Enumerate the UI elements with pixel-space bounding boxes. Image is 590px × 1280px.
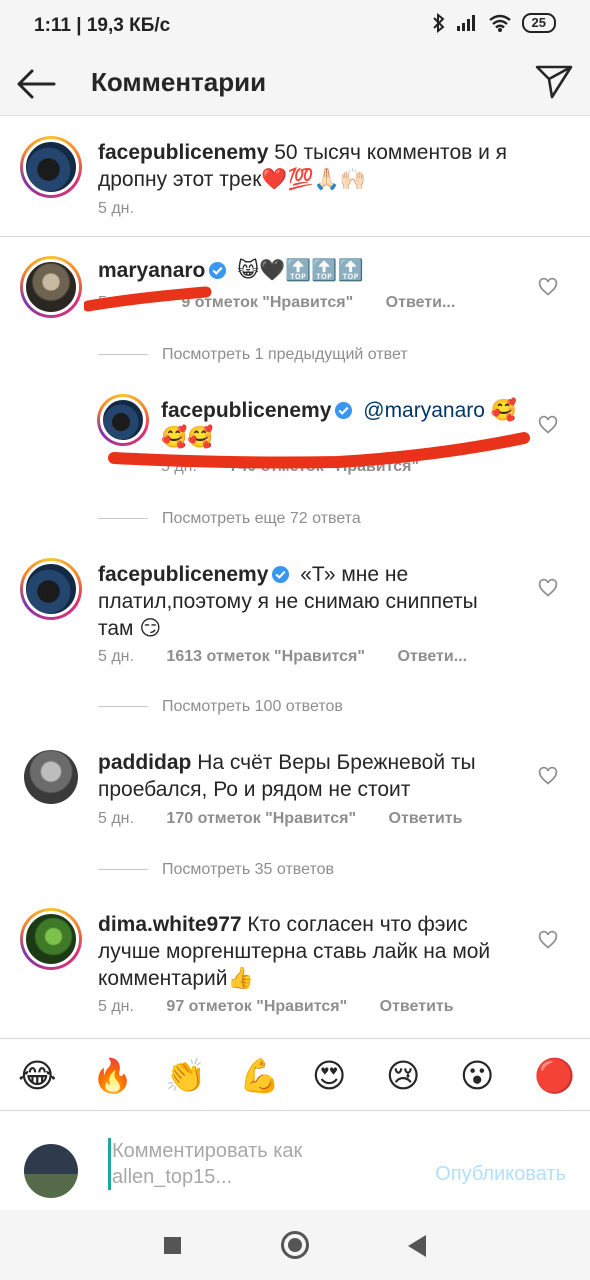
comment-text: facepublicenemy «Т» мне не платил,поэтом… xyxy=(98,561,518,642)
comment-username[interactable]: paddidap xyxy=(98,751,191,774)
redaction-mark xyxy=(84,286,212,312)
redaction-mark xyxy=(108,432,530,469)
heart-outline-icon[interactable] xyxy=(538,415,558,435)
view-replies-link[interactable]: Посмотреть 35 ответов xyxy=(98,861,334,879)
comment-username[interactable]: facepublicenemy xyxy=(98,563,268,586)
comment-text: paddidap На счёт Веры Брежневой ты проеб… xyxy=(98,749,518,803)
emoji-red-circle[interactable]: 🔴 xyxy=(534,1057,575,1095)
heart-outline-icon[interactable] xyxy=(538,277,558,297)
comment-time: 5 дн. xyxy=(98,810,134,827)
view-replies-link[interactable]: Посмотреть 1 предыдущий ответ xyxy=(98,346,408,364)
avatar xyxy=(24,1144,78,1198)
status-icons: 25 xyxy=(432,13,556,33)
comment-meta: 5 дн. 1613 отметок "Нравится" Ответи... xyxy=(98,648,467,666)
signal-icon xyxy=(456,15,475,31)
comment-input[interactable]: Комментировать как allen_top15... xyxy=(108,1138,408,1190)
comment-mention[interactable]: @maryanaro xyxy=(363,399,485,422)
back-triangle-icon[interactable] xyxy=(408,1235,426,1257)
comment-text: dima.white977 Кто согласен что фэис лучш… xyxy=(98,911,518,992)
emoji-cry[interactable]: 😢 xyxy=(386,1057,420,1095)
view-replies-link[interactable]: Посмотреть еще 72 ответа xyxy=(98,510,361,528)
emoji-open-mouth[interactable]: 😮 xyxy=(460,1057,494,1095)
emoji-muscle[interactable]: 💪 xyxy=(239,1057,280,1095)
emoji-joy[interactable]: 😂 xyxy=(18,1057,57,1095)
status-time-speed: 1:11 | 19,3 КБ/с xyxy=(34,15,171,36)
emoji-heart-eyes[interactable]: 😍 xyxy=(312,1057,346,1095)
comment-meta: 5 дн. 97 отметок "Нравится" Ответить xyxy=(98,998,454,1016)
comment-text: facepublicenemy 50 тысяч комментов и я д… xyxy=(98,139,548,193)
comment-username[interactable]: facepublicenemy xyxy=(161,399,331,422)
page-title: Комментарии xyxy=(91,67,267,97)
heart-outline-icon[interactable] xyxy=(538,766,558,786)
comment-likes[interactable]: 170 отметок "Нравится" xyxy=(166,810,356,827)
arrow-left-icon[interactable] xyxy=(14,62,58,106)
emoji-quick-bar: 😂 🔥 👏 💪 😍 😢 😮 🔴 xyxy=(0,1038,590,1110)
comment-meta: 5 дн. xyxy=(98,200,134,218)
comment-item: facepublicenemy «Т» мне не платил,поэтом… xyxy=(0,556,590,676)
caption-divider xyxy=(0,236,590,237)
emoji-fire[interactable]: 🔥 xyxy=(92,1057,133,1095)
avatar[interactable] xyxy=(20,558,82,620)
comment-likes[interactable]: 1613 отметок "Нравится" xyxy=(166,648,365,665)
heart-outline-icon[interactable] xyxy=(538,930,558,950)
comment-item: paddidap На счёт Веры Брежневой ты проеб… xyxy=(0,744,590,844)
comment-composer: Комментировать как allen_top15... Опубли… xyxy=(0,1110,590,1210)
reply-button[interactable]: Ответить xyxy=(380,998,454,1015)
comment-meta: 5 дн. 170 отметок "Нравится" Ответить xyxy=(98,810,462,828)
avatar[interactable] xyxy=(24,750,78,804)
view-replies-link[interactable]: Посмотреть 100 ответов xyxy=(98,698,343,716)
comment-likes[interactable]: 97 отметок "Нравится" xyxy=(166,998,347,1015)
emoji-clap[interactable]: 👏 xyxy=(165,1057,206,1095)
paper-plane-icon[interactable] xyxy=(534,61,574,101)
reply-button[interactable]: Ответи... xyxy=(397,648,467,665)
comment-username[interactable]: dima.white977 xyxy=(98,913,242,936)
recents-icon[interactable] xyxy=(164,1237,181,1254)
avatar[interactable] xyxy=(20,908,82,970)
battery-indicator: 25 xyxy=(521,13,556,33)
comment-username[interactable]: maryanaro xyxy=(98,259,205,282)
verified-badge-icon xyxy=(272,565,290,584)
comment-username[interactable]: facepublicenemy xyxy=(98,141,268,164)
comment-item: dima.white977 Кто согласен что фэис лучш… xyxy=(0,906,590,1026)
status-bar: 1:11 | 19,3 КБ/с 25 xyxy=(0,0,590,50)
wifi-icon xyxy=(488,14,511,32)
verified-badge-icon xyxy=(209,261,227,280)
comment-text: maryanaro 😸🖤🔝🔝🔝 xyxy=(98,257,528,284)
comment-time: 5 дн. xyxy=(98,200,134,217)
reply-button[interactable]: Ответи... xyxy=(386,294,456,311)
caption-comment: facepublicenemy 50 тысяч комментов и я д… xyxy=(0,130,590,236)
header: Комментарии xyxy=(0,50,590,116)
reply-button[interactable]: Ответить xyxy=(389,810,463,827)
comment-body: 😸🖤🔝🔝🔝 xyxy=(237,259,364,282)
verified-badge-icon xyxy=(335,401,353,420)
bluetooth-icon xyxy=(432,13,445,33)
comment-time: 5 дн. xyxy=(98,648,134,665)
comment-time: 5 дн. xyxy=(98,998,134,1015)
avatar[interactable] xyxy=(20,136,82,198)
home-icon[interactable] xyxy=(281,1231,309,1259)
system-nav-bar xyxy=(0,1210,590,1280)
heart-outline-icon[interactable] xyxy=(538,578,558,598)
avatar[interactable] xyxy=(20,256,82,318)
publish-button[interactable]: Опубликовать xyxy=(435,1163,566,1186)
